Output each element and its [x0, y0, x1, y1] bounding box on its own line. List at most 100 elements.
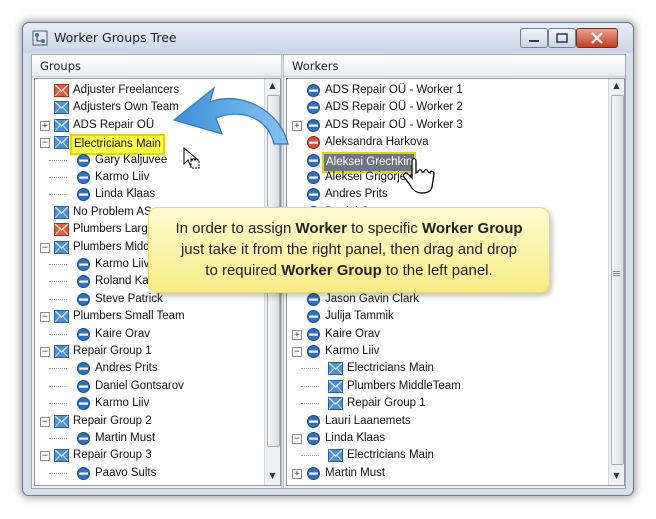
- workers-tree-row[interactable]: Aleksei Grigorjev: [287, 169, 624, 186]
- workers-tree-row[interactable]: Plumbers MiddleTeam: [287, 378, 624, 395]
- worker-blue-icon: [77, 432, 90, 445]
- tree-connector: [49, 281, 67, 283]
- groups-tree-row[interactable]: − Repair Group 2: [35, 413, 280, 430]
- groups-tree-row[interactable]: Steve Patrick: [35, 291, 280, 308]
- workers-tree-row[interactable]: Aleksandra Harkova: [287, 134, 624, 151]
- tree-connector: [49, 385, 67, 387]
- group-blue-icon: [54, 240, 69, 254]
- groups-tree-row[interactable]: Karmo Liiv: [35, 169, 280, 186]
- workers-row-label: Electricians Main: [347, 362, 434, 375]
- worker-blue-icon: [307, 84, 320, 97]
- groups-row-label: Paavo Sults: [95, 466, 157, 479]
- worker-blue-icon: [307, 118, 320, 132]
- close-button[interactable]: [576, 28, 618, 48]
- collapse-icon[interactable]: −: [40, 451, 50, 462]
- workers-row-label: Kaire Orav: [325, 327, 380, 340]
- tree-connector: [49, 472, 67, 474]
- workers-tree-row[interactable]: + Kaire Orav: [287, 326, 624, 343]
- groups-tree-row[interactable]: Kaire Orav: [35, 326, 280, 343]
- worker-blue-icon: [77, 188, 90, 202]
- callout-line1-pre: In order to assign: [175, 220, 296, 237]
- worker-blue-icon: [307, 310, 320, 324]
- groups-row-label: Adjuster Freelancers: [73, 84, 180, 96]
- groups-tree-row[interactable]: Gary Kaljuvee: [35, 152, 280, 169]
- worker-blue-icon: [77, 292, 90, 306]
- groups-tree-row[interactable]: − Repair Group 1: [35, 343, 280, 360]
- groups-row-label: Daniel Gontsarov: [95, 379, 184, 392]
- workers-tree-row[interactable]: Julija Tammik: [287, 308, 624, 325]
- drag-arrow-icon: [172, 86, 289, 145]
- workers-tree-row[interactable]: Electricians Main: [287, 360, 624, 377]
- workers-tree-row[interactable]: Aleksei Grechkin: [287, 151, 624, 173]
- collapse-icon[interactable]: −: [40, 242, 50, 253]
- worker-blue-icon: [77, 327, 90, 341]
- tree-connector: [49, 194, 67, 196]
- group-blue-icon: [54, 310, 69, 324]
- group-blue-icon: [54, 136, 69, 150]
- maximize-button[interactable]: [548, 28, 576, 48]
- workers-row-label: Lauri Laanemets: [325, 414, 411, 427]
- tree-app-icon: [32, 30, 48, 46]
- tree-connector: [301, 455, 319, 457]
- minimize-icon: [529, 40, 539, 42]
- groups-tree-row[interactable]: − Plumbers Small Team: [35, 308, 280, 325]
- groups-tree-row[interactable]: Martin Must: [35, 430, 280, 447]
- workers-tree-row[interactable]: Electricians Main: [287, 447, 624, 464]
- worker-red-icon: [307, 136, 320, 150]
- groups-tree-row[interactable]: Karmo Liiv: [35, 395, 280, 412]
- group-blue-icon: [328, 397, 343, 411]
- workers-row-label: Julija Tammik: [325, 310, 394, 323]
- callout-bold-worker: Worker: [295, 220, 347, 237]
- groups-header: Groups: [32, 55, 282, 77]
- workers-row-label: Repair Group 1: [347, 397, 426, 410]
- group-blue-icon: [54, 345, 69, 358]
- tree-connector: [301, 385, 319, 387]
- collapse-icon[interactable]: −: [40, 138, 50, 149]
- group-blue-icon: [328, 379, 343, 393]
- workers-tree-row[interactable]: ADS Repair OÜ - Worker 2: [287, 99, 624, 116]
- collapse-icon[interactable]: −: [40, 312, 50, 323]
- groups-tree-row[interactable]: Linda Klaas: [35, 186, 280, 203]
- tree-connector: [49, 159, 67, 161]
- tree-connector: [49, 264, 67, 265]
- workers-tree-row[interactable]: Jason Gavin Clark: [287, 291, 624, 308]
- worker-blue-icon: [77, 362, 90, 376]
- maximize-icon: [556, 33, 568, 43]
- title-bar[interactable]: Worker Groups Tree: [23, 23, 633, 53]
- workers-row-label: Karmo Liiv: [325, 345, 380, 357]
- groups-row-label: ADS Repair OÜ: [73, 118, 155, 131]
- groups-tree-row[interactable]: Daniel Gontsarov: [35, 378, 280, 395]
- worker-blue-icon: [307, 345, 320, 358]
- workers-tree-row[interactable]: Repair Group 1: [287, 395, 624, 412]
- groups-row-label: Repair Group 1: [73, 345, 152, 357]
- workers-row-label: Plumbers MiddleTeam: [347, 379, 461, 392]
- minimize-button[interactable]: [520, 28, 548, 48]
- workers-tree-row[interactable]: Andres Prits: [287, 186, 624, 203]
- groups-tree-row[interactable]: − Repair Group 3: [35, 447, 280, 464]
- workers-tree-row[interactable]: − Linda Klaas: [287, 430, 624, 447]
- expand-icon[interactable]: +: [292, 329, 302, 340]
- groups-row-label: Adjusters Own Team: [73, 101, 179, 114]
- workers-tree-row[interactable]: Lauri Laanemets: [287, 413, 624, 430]
- workers-row-label: Aleksei Grigorjev: [325, 171, 412, 183]
- groups-row-label: Gary Kaljuvee: [95, 153, 168, 166]
- expand-icon[interactable]: +: [292, 468, 302, 479]
- worker-blue-icon: [77, 258, 90, 271]
- workers-row-label: Aleksandra Harkova: [325, 136, 429, 149]
- callout-line3-pre: to required: [205, 262, 282, 279]
- workers-tree-row[interactable]: − Karmo Liiv: [287, 343, 624, 360]
- workers-row-label: Jason Gavin Clark: [325, 292, 419, 305]
- tree-connector: [49, 177, 67, 178]
- collapse-icon[interactable]: −: [40, 416, 50, 427]
- workers-tree-row[interactable]: ADS Repair OÜ - Worker 1: [287, 82, 624, 99]
- collapse-icon[interactable]: −: [292, 434, 302, 444]
- worker-blue-icon: [77, 275, 90, 289]
- workers-tree-row[interactable]: + ADS Repair OÜ - Worker 3: [287, 117, 624, 134]
- groups-tree-row[interactable]: Andres Prits: [35, 360, 280, 377]
- collapse-icon[interactable]: −: [292, 347, 302, 357]
- collapse-icon[interactable]: −: [40, 347, 50, 357]
- worker-blue-icon: [307, 153, 320, 167]
- workers-tree-row[interactable]: + Martin Must: [287, 465, 624, 482]
- expand-icon[interactable]: +: [40, 120, 50, 131]
- groups-tree-row[interactable]: Paavo Sults: [35, 465, 280, 482]
